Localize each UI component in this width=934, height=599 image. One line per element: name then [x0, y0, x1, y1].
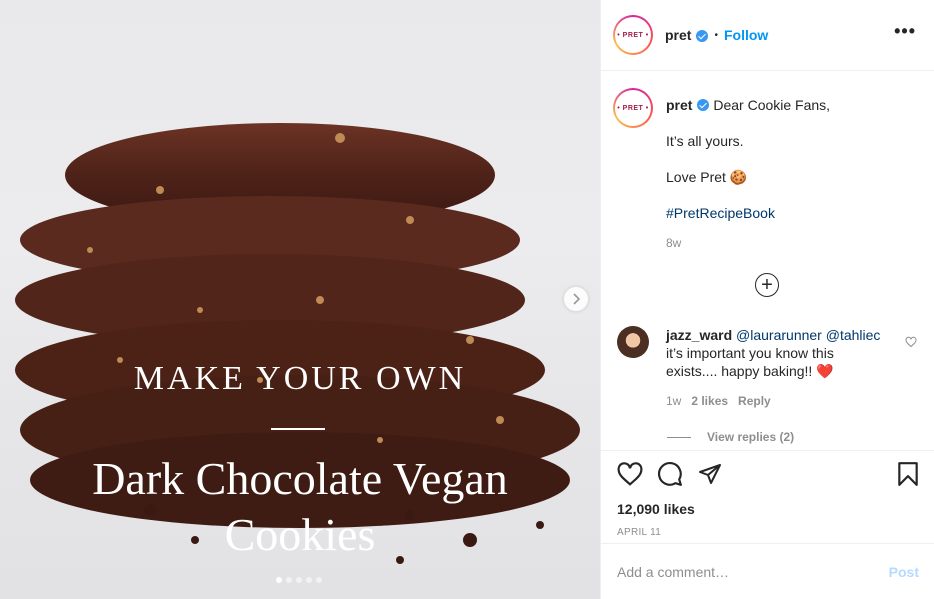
chevron-right-icon [573, 293, 581, 305]
caption-timestamp[interactable]: 8w [666, 234, 916, 252]
instagram-post: MAKE YOUR OWN Dark Chocolate Vegan Cooki… [0, 0, 934, 599]
replies-divider [667, 436, 691, 438]
share-button[interactable] [697, 462, 723, 486]
mention-link[interactable]: @laurarunner [736, 327, 822, 343]
heart-icon [617, 462, 643, 486]
carousel-dot [286, 577, 292, 583]
mention-link[interactable]: @tahliec [826, 327, 881, 343]
follow-button[interactable]: Follow [724, 27, 768, 43]
paper-plane-icon [699, 464, 721, 484]
post-media[interactable]: MAKE YOUR OWN Dark Chocolate Vegan Cooki… [0, 0, 600, 599]
caption-body: pret Dear Cookie Fans, It’s all yours. L… [666, 96, 916, 252]
post-header: • PRET • pret • Follow ••• [601, 0, 934, 71]
carousel-dot [306, 577, 312, 583]
caption-line: Love Pret 🍪 [666, 169, 748, 185]
carousel-dots [276, 577, 322, 583]
verified-badge-icon [696, 30, 709, 42]
header-username[interactable]: pret [665, 27, 691, 43]
save-button[interactable] [897, 461, 919, 487]
post-actions: 12,090 likes APRIL 11 [601, 450, 934, 538]
post-date[interactable]: APRIL 11 [617, 527, 919, 538]
like-button[interactable] [617, 462, 643, 486]
post-comment-button[interactable]: Post [889, 564, 919, 580]
comment-input[interactable] [617, 563, 889, 580]
carousel-dot [296, 577, 302, 583]
comment-item: jazz_ward @laurarunner @tahliec it’s imp… [617, 326, 917, 410]
caption-avatar[interactable]: • PRET • [613, 88, 653, 128]
reply-button[interactable]: Reply [738, 392, 771, 410]
pret-logo: • PRET • [615, 17, 651, 53]
comment-username[interactable]: jazz_ward [666, 327, 732, 343]
comment-text: jazz_ward @laurarunner @tahliec it’s imp… [666, 326, 881, 380]
profile-avatar[interactable]: • PRET • [613, 15, 653, 55]
load-more-comments-button[interactable]: + [755, 273, 779, 297]
overlay-title-line1: Dark Chocolate Vegan [92, 453, 508, 504]
view-replies-button[interactable]: View replies (2) [667, 430, 794, 444]
comment-meta: 1w 2 likes Reply [666, 392, 881, 410]
comment-message: it’s important you know this exists.... … [666, 345, 834, 379]
view-replies-label: View replies (2) [707, 430, 795, 444]
action-icons [617, 461, 919, 487]
carousel-dot [316, 577, 322, 583]
more-options-icon[interactable]: ••• [894, 22, 916, 40]
bookmark-icon [898, 462, 918, 486]
caption-line: It’s all yours. [666, 133, 744, 149]
carousel-dot [276, 577, 282, 583]
likes-count[interactable]: 12,090 likes [617, 501, 919, 517]
commenter-avatar[interactable] [617, 326, 649, 358]
verified-badge-icon [697, 99, 710, 111]
add-comment-bar: Post [601, 543, 934, 599]
comment-body: jazz_ward @laurarunner @tahliec it’s imp… [666, 326, 881, 410]
caption-greeting: Dear Cookie Fans, [713, 97, 831, 113]
caption-username[interactable]: pret [666, 97, 692, 113]
comment-likes[interactable]: 2 likes [691, 392, 728, 410]
comment-bubble-icon [658, 462, 682, 486]
separator-dot: • [714, 29, 718, 41]
overlay-title-line2: Cookies [224, 509, 376, 560]
comment-button[interactable] [657, 461, 683, 487]
hashtag-link[interactable]: #PretRecipeBook [666, 204, 916, 222]
caption-first-line: pret Dear Cookie Fans, [666, 96, 916, 114]
overlay-kicker: MAKE YOUR OWN [133, 360, 467, 397]
post-side-panel: • PRET • pret • Follow ••• • PRET • pret… [600, 0, 934, 599]
post-caption: • PRET • pret Dear Cookie Fans, It’s all… [613, 88, 916, 252]
pret-logo: • PRET • [615, 90, 651, 126]
next-slide-button[interactable] [564, 287, 588, 311]
comment-time[interactable]: 1w [666, 392, 681, 410]
like-comment-heart-icon[interactable] [905, 336, 917, 348]
overlay-divider [271, 428, 325, 430]
